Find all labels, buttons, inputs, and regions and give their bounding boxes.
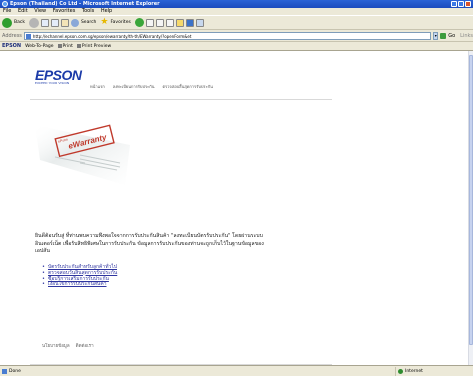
search-icon[interactable] (70, 18, 79, 27)
menu-help[interactable]: Help (101, 8, 112, 14)
scrollbar-thumb[interactable] (469, 55, 473, 345)
print-preview-label: Print Preview (81, 43, 112, 49)
folder-icon[interactable] (175, 18, 184, 27)
close-icon[interactable] (465, 1, 471, 7)
history-icon[interactable] (145, 18, 154, 27)
intro-paragraph: ยินดีต้อนรับสู่ ที่ท่านพบความพึงพอใจจากก… (35, 233, 264, 254)
zone-label: Internet (405, 368, 423, 374)
back-button-label[interactable]: Back (14, 20, 25, 25)
nav-register-warranty[interactable]: ลงทะเบียนการรับประกัน (113, 83, 155, 90)
status-bar: Done Internet (0, 365, 473, 376)
nav-check-warranty[interactable]: ตรวจสอบสิ้นสุดการรับประกัน (162, 83, 212, 90)
status-text: Done (9, 368, 21, 374)
go-arrow-icon[interactable] (440, 32, 447, 39)
menu-edit[interactable]: Edit (18, 8, 28, 14)
minimize-icon[interactable] (451, 1, 457, 7)
stop-icon[interactable] (40, 18, 49, 27)
footer-contact-link[interactable]: ติดต่อเรา (76, 342, 94, 349)
favorites-star-icon[interactable]: ★ (100, 18, 108, 27)
internet-zone-icon (398, 368, 403, 374)
status-divider (395, 366, 396, 376)
print-icon[interactable] (165, 18, 174, 27)
media-icon[interactable] (134, 18, 144, 27)
menu-bar: File Edit View Favorites Tools Help (0, 8, 473, 15)
service-links: บัตรรับประกันสำหรับลูกค้าทั่วไป ตรวจสอบว… (42, 264, 117, 288)
mail-icon[interactable] (155, 18, 164, 27)
print-preview-icon (76, 44, 81, 48)
favorites-button-label[interactable]: Favorites (110, 20, 130, 25)
ewarranty-illustration: ePson eWarranty (35, 124, 130, 185)
footer-nav: นโยบายข้อมูล ติดต่อเรา (42, 342, 94, 349)
nav-home[interactable]: หน้าแรก (90, 83, 105, 90)
messenger-icon[interactable] (185, 18, 194, 27)
status-done: Done (2, 368, 21, 374)
print-preview-button[interactable]: Print Preview (76, 43, 112, 49)
address-label: Address (2, 32, 22, 39)
site-nav: หน้าแรก ลงทะเบียนการรับประกัน ตรวจสอบสิ้… (90, 83, 213, 90)
search-button-label[interactable]: Search (81, 20, 96, 25)
security-zone: Internet (395, 366, 423, 376)
menu-tools[interactable]: Tools (82, 8, 94, 14)
menu-favorites[interactable]: Favorites (53, 8, 76, 14)
printer-icon (57, 44, 62, 48)
maximize-icon[interactable] (458, 1, 464, 7)
custom-toolbar: EPSON Web-To-Page Print Print Preview (0, 42, 473, 51)
epson-toolbar-brand: EPSON (2, 43, 22, 49)
print-button[interactable]: Print (57, 43, 73, 49)
print-button-label: Print (62, 43, 73, 49)
menu-file[interactable]: File (3, 8, 11, 14)
refresh-icon[interactable] (50, 18, 59, 27)
web-to-page-button[interactable]: Web-To-Page (25, 44, 53, 49)
link-warranty-terms[interactable]: เงื่อนไขการรับประกันสินค้า (42, 282, 117, 288)
address-input[interactable]: http://echannel.epson.com.sg/epson/ewarr… (23, 31, 432, 40)
standard-toolbar: Back Search ★ Favorites (0, 15, 473, 30)
back-arrow-icon[interactable] (2, 17, 12, 28)
window-titlebar: Epson (Thailand) Co Ltd - Microsoft Inte… (0, 0, 473, 8)
go-button-label[interactable]: Go (448, 33, 455, 39)
address-dropdown-icon[interactable]: ▾ (433, 31, 439, 40)
research-icon[interactable] (195, 18, 204, 27)
page-icon (25, 33, 31, 39)
home-icon[interactable] (60, 18, 69, 27)
address-url: http://echannel.epson.com.sg/epson/ewarr… (32, 33, 192, 39)
links-label[interactable]: Links (460, 33, 473, 39)
ie-icon (2, 1, 8, 7)
window-controls (451, 1, 471, 7)
address-bar: Address http://echannel.epson.com.sg/eps… (0, 30, 473, 42)
menu-view[interactable]: View (34, 8, 46, 14)
footer-privacy-link[interactable]: นโยบายข้อมูล (42, 342, 70, 349)
window-title: Epson (Thailand) Co Ltd - Microsoft Inte… (10, 1, 160, 7)
logo-tagline: EXCEED YOUR VISION (35, 81, 70, 85)
vertical-scrollbar[interactable] (468, 51, 473, 365)
page-done-icon (2, 368, 7, 374)
forward-arrow-icon[interactable] (28, 17, 39, 28)
